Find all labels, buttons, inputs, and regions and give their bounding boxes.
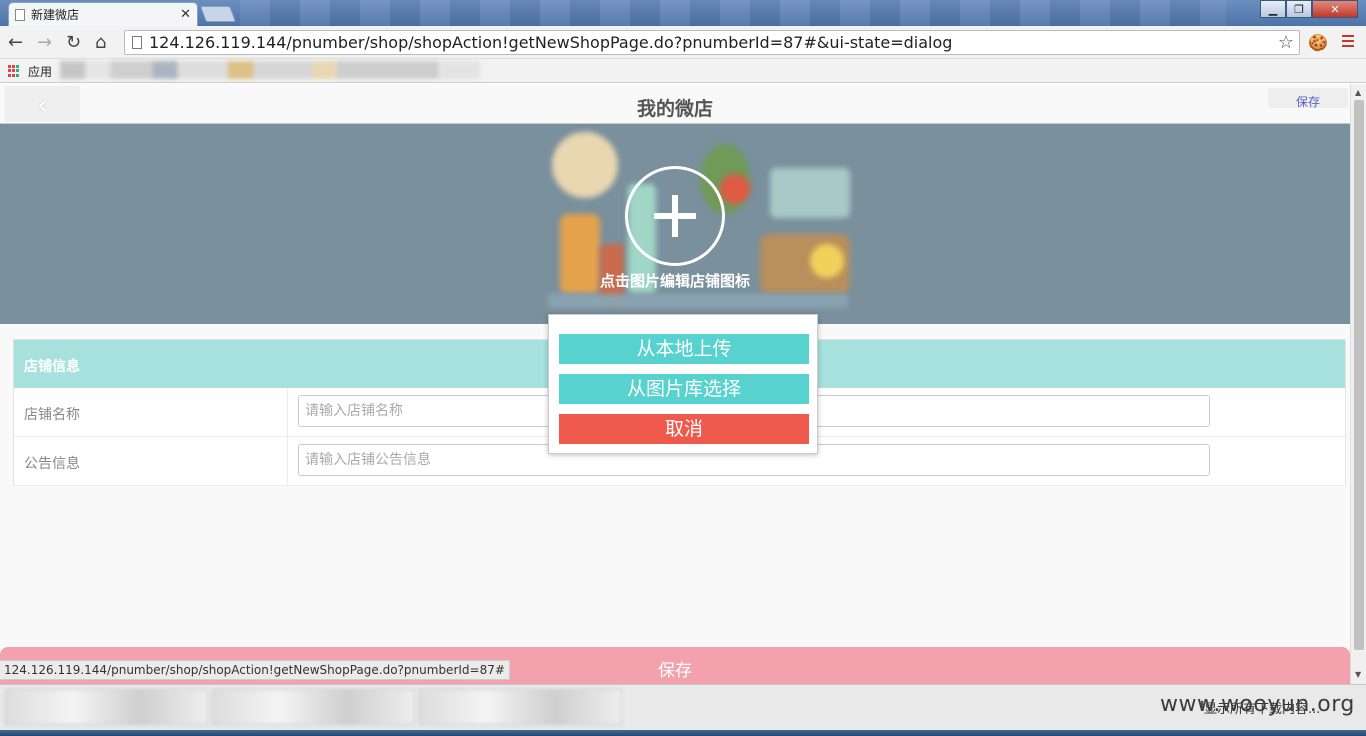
watermark: www.wooyun.org — [1160, 692, 1355, 717]
image-source-dialog: 从本地上传 从图片库选择 取消 — [548, 314, 818, 454]
app-header: ‹ 我的微店 保存 — [0, 84, 1350, 124]
row-divider — [287, 388, 288, 436]
minimize-button[interactable]: ▁ — [1260, 0, 1286, 18]
bookmark-star-icon[interactable]: ☆ — [1278, 32, 1294, 53]
download-item[interactable] — [212, 689, 415, 725]
apps-bookmark[interactable]: 应用 — [28, 63, 52, 80]
notice-label: 公告信息 — [24, 456, 80, 472]
tab-close-icon[interactable]: ✕ — [180, 7, 191, 22]
shop-banner[interactable]: 点击图片编辑店铺图标 — [0, 124, 1350, 324]
download-item[interactable] — [419, 689, 622, 725]
upload-local-button[interactable]: 从本地上传 — [559, 334, 809, 364]
window-titlebar: 新建微店 ✕ ▁ ❐ ✕ — [0, 0, 1366, 26]
blurred-illustration — [552, 132, 618, 198]
apps-grid-icon[interactable] — [8, 65, 20, 77]
close-window-button[interactable]: ✕ — [1312, 0, 1358, 18]
os-taskbar — [0, 730, 1366, 736]
add-image-plus-icon[interactable] — [625, 166, 725, 266]
cookie-extension-icon[interactable]: 🍪 — [1308, 33, 1328, 52]
row-divider — [287, 437, 288, 485]
forward-arrow-icon[interactable]: → — [37, 32, 52, 53]
reload-icon[interactable]: ↻ — [66, 32, 81, 53]
page-scrollbar[interactable]: ▲ ▼ — [1350, 84, 1366, 684]
scroll-up-icon[interactable]: ▲ — [1355, 88, 1361, 97]
bookmarks-bar: 应用 — [0, 59, 1366, 83]
status-bar-url: 124.126.119.144/pnumber/shop/shopAction!… — [0, 660, 510, 680]
blurred-illustration — [548, 294, 848, 308]
tab-title: 新建微店 — [31, 8, 80, 22]
browser-toolbar: ← → ↻ ⌂ 124.126.119.144/pnumber/shop/sho… — [0, 26, 1366, 59]
browser-menu-icon[interactable] — [1342, 35, 1354, 50]
scrollbar-thumb[interactable] — [1354, 100, 1364, 650]
save-button-top[interactable]: 保存 — [1268, 88, 1348, 108]
address-bar[interactable]: 124.126.119.144/pnumber/shop/shopAction!… — [124, 30, 1300, 55]
browser-tab[interactable]: 新建微店 ✕ — [8, 2, 198, 26]
download-item[interactable] — [5, 689, 208, 725]
page-icon — [15, 8, 25, 21]
shop-name-label: 店铺名称 — [24, 407, 80, 423]
maximize-button[interactable]: ❐ — [1286, 0, 1312, 18]
scroll-down-icon[interactable]: ▼ — [1355, 670, 1361, 679]
banner-edit-hint: 点击图片编辑店铺图标 — [599, 272, 750, 290]
page-icon — [132, 36, 142, 49]
choose-gallery-button[interactable]: 从图片库选择 — [559, 374, 809, 404]
back-arrow-icon[interactable]: ← — [8, 32, 23, 53]
address-bar-url: 124.126.119.144/pnumber/shop/shopAction!… — [149, 33, 953, 52]
blurred-illustration — [770, 168, 850, 218]
window-controls: ▁ ❐ ✕ — [1260, 0, 1358, 18]
page-title: 我的微店 — [636, 98, 713, 120]
blurred-illustration — [720, 174, 750, 204]
new-tab-button[interactable] — [200, 6, 236, 22]
home-icon[interactable]: ⌂ — [95, 32, 106, 53]
cancel-button[interactable]: 取消 — [559, 414, 809, 444]
titlebar-background — [240, 0, 1226, 26]
blurred-bookmarks — [60, 61, 480, 79]
